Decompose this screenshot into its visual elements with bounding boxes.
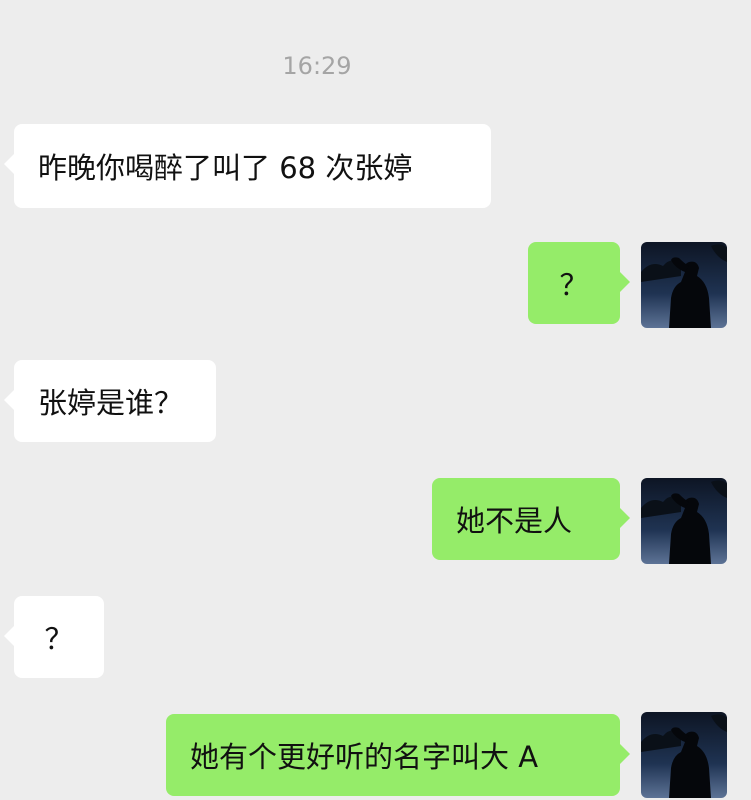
silhouette-avatar[interactable] — [641, 242, 727, 328]
message-text: 张婷是谁？ — [38, 386, 184, 420]
message-text: 她有个更好听的名字叫大 A — [190, 740, 539, 774]
message-bubble-outgoing[interactable]: 她不是人 — [432, 478, 630, 560]
message-bubble-incoming[interactable]: ？ — [4, 596, 104, 678]
message-timestamp: 16:29 — [282, 52, 352, 80]
silhouette-icon — [641, 478, 727, 564]
silhouette-avatar[interactable] — [641, 478, 727, 564]
message-bubble-incoming[interactable]: 张婷是谁？ — [4, 360, 216, 442]
message-bubble-outgoing[interactable]: 她有个更好听的名字叫大 A — [166, 714, 630, 796]
silhouette-avatar[interactable] — [641, 712, 727, 798]
message-text: 她不是人 — [456, 504, 573, 538]
message-text: ？ — [559, 268, 589, 302]
message-text: 昨晚你喝醉了叫了 68 次张婷 — [38, 151, 413, 185]
message-bubble-outgoing[interactable]: ？ — [528, 242, 630, 324]
silhouette-icon — [641, 712, 727, 798]
message-bubble-incoming[interactable]: 昨晚你喝醉了叫了 68 次张婷 — [4, 124, 491, 208]
silhouette-icon — [641, 242, 727, 328]
message-text: ？ — [44, 622, 74, 656]
